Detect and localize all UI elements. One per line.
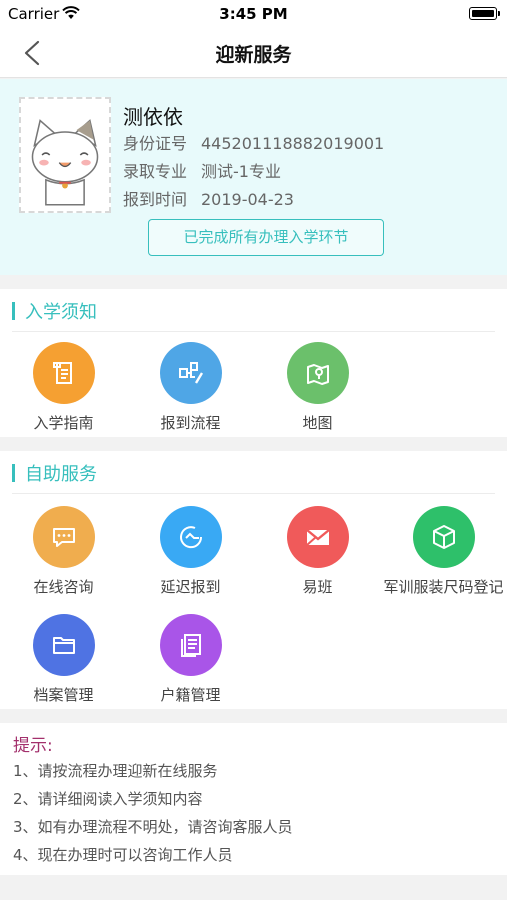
uniform-size-icon-circle xyxy=(413,506,475,568)
box-icon xyxy=(433,525,455,549)
archive-management-icon-circle xyxy=(33,614,95,676)
yiban-icon-circle xyxy=(287,506,349,568)
divider xyxy=(12,493,495,494)
flow-icon xyxy=(179,362,204,384)
map-icon xyxy=(307,364,329,385)
status-bar: Carrier 3:45 PM xyxy=(0,0,507,28)
major-label: 录取专业 xyxy=(123,162,188,181)
cat-avatar-icon xyxy=(21,99,109,211)
report-process-label: 报到流程 xyxy=(160,414,221,432)
clock-icon xyxy=(180,526,203,549)
online-consult-item[interactable]: 在线咨询 xyxy=(0,506,127,606)
map-icon-circle xyxy=(287,342,349,404)
tip-line: 4、现在办理时可以咨询工作人员 xyxy=(13,846,233,864)
id-number-value: 445201118882019001 xyxy=(201,134,385,153)
tip-line: 1、请按流程办理迎新在线服务 xyxy=(13,762,218,780)
navigation-bar: 迎新服务 xyxy=(0,28,507,78)
chat-icon xyxy=(53,528,75,547)
major-row: 录取专业 测试-1专业 xyxy=(123,158,281,182)
section-title: 自助服务 xyxy=(25,464,97,485)
tips-title: 提示: xyxy=(13,736,53,756)
admission-guide-item[interactable]: 入学指南 xyxy=(0,342,127,442)
id-number-label: 身份证号 xyxy=(123,134,188,153)
household-registration-label: 户籍管理 xyxy=(160,686,221,704)
uniform-size-label: 军训服装尺码登记 xyxy=(383,578,504,596)
report-date-value: 2019-04-23 xyxy=(201,190,294,209)
section-accent-bar xyxy=(12,302,15,320)
online-consult-label: 在线咨询 xyxy=(33,578,94,596)
section-accent-bar xyxy=(12,464,15,482)
folder-icon xyxy=(53,637,75,654)
uniform-size-item[interactable]: 军训服装尺码登记 xyxy=(380,506,507,606)
section-header: 入学须知 xyxy=(12,297,97,325)
yiban-icon xyxy=(306,529,330,546)
map-item[interactable]: 地图 xyxy=(254,342,381,442)
yiban-item[interactable]: 易班 xyxy=(254,506,381,606)
major-value: 测试-1专业 xyxy=(201,162,281,181)
page-title: 迎新服务 xyxy=(215,44,292,66)
report-process-item[interactable]: 报到流程 xyxy=(127,342,254,442)
enrollment-status-button[interactable]: 已完成所有办理入学环节 xyxy=(148,219,384,256)
divider xyxy=(12,331,495,332)
admission-guide-icon-circle xyxy=(33,342,95,404)
map-label: 地图 xyxy=(302,414,333,432)
id-number-row: 身份证号 445201118882019001 xyxy=(123,130,384,154)
delayed-report-label: 延迟报到 xyxy=(160,578,221,596)
section-header: 自助服务 xyxy=(12,459,97,487)
section-title: 入学须知 xyxy=(25,302,97,323)
battery-icon xyxy=(469,7,500,20)
student-profile-card: 测依依 身份证号 445201118882019001 录取专业 测试-1专业 报到… xyxy=(0,79,507,275)
tip-line: 3、如有办理流程不明处，请咨询客服人员 xyxy=(13,818,293,836)
archive-management-item[interactable]: 档案管理 xyxy=(0,614,127,714)
online-consult-icon-circle xyxy=(33,506,95,568)
tip-line: 2、请详细阅读入学须知内容 xyxy=(13,790,203,808)
self-service-section: 自助服务 在线咨询 延迟报到 易班 军训服装尺码登记 档案管理 户籍管理 xyxy=(0,451,507,709)
admission-notes-section: 入学须知 入学指南 报到流程 地图 xyxy=(0,289,507,437)
household-registration-item[interactable]: 户籍管理 xyxy=(127,614,254,714)
clock-time: 3:45 PM xyxy=(219,5,288,23)
delayed-report-icon-circle xyxy=(160,506,222,568)
archive-management-label: 档案管理 xyxy=(33,686,94,704)
scroll-icon xyxy=(53,362,72,384)
tips-panel: 提示: 1、请按流程办理迎新在线服务 2、请详细阅读入学须知内容 3、如有办理流… xyxy=(0,723,507,875)
document-icon xyxy=(181,634,201,657)
delayed-report-item[interactable]: 延迟报到 xyxy=(127,506,254,606)
yiban-label: 易班 xyxy=(302,578,333,596)
report-date-label: 报到时间 xyxy=(123,190,188,209)
report-date-row: 报到时间 2019-04-23 xyxy=(123,186,294,210)
household-registration-icon-circle xyxy=(160,614,222,676)
student-name: 测依依 xyxy=(123,105,183,129)
admission-guide-label: 入学指南 xyxy=(33,414,94,432)
avatar xyxy=(19,97,111,213)
report-process-icon-circle xyxy=(160,342,222,404)
